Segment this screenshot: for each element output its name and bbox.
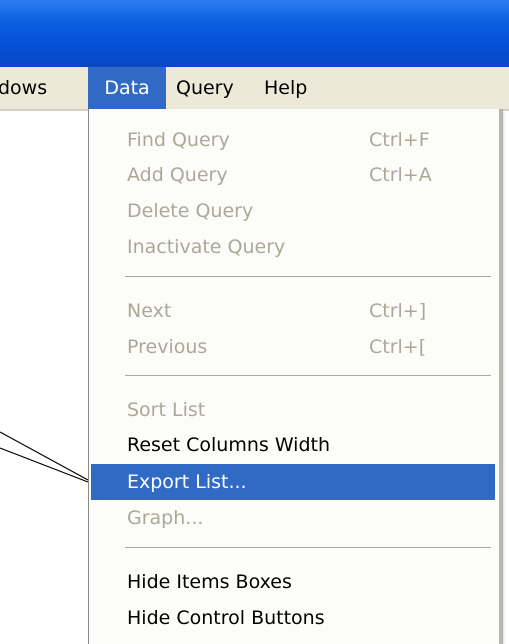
menu-separator — [125, 375, 491, 377]
menu-item-shortcut: Ctrl+F — [369, 129, 430, 151]
callout-line-upper — [0, 431, 89, 481]
menu-item-label: Find Query — [127, 129, 230, 151]
menu-item-sort-list[interactable]: Sort List — [91, 392, 495, 428]
menu-item-hide-control-buttons[interactable]: Hide Control Buttons — [91, 600, 495, 636]
menu-item-label: Previous — [127, 336, 208, 358]
menu-separator — [125, 276, 491, 278]
menu-item-previous[interactable]: Previous Ctrl+[ — [91, 329, 495, 365]
menu-item-delete-query[interactable]: Delete Query — [91, 193, 495, 229]
menu-item-shortcut: Ctrl+[ — [369, 336, 427, 358]
menu-query[interactable]: Query — [176, 67, 256, 109]
menu-item-graph[interactable]: Graph... — [91, 500, 495, 536]
menu-item-label: Add Query — [127, 164, 228, 186]
callout-line-lower — [0, 447, 89, 483]
menu-windows[interactable]: dows — [0, 67, 80, 109]
menu-separator — [125, 547, 491, 549]
menu-item-label: Export List... — [127, 471, 247, 493]
menu-item-label: Sort List — [127, 399, 206, 421]
menu-help-label: Help — [264, 77, 308, 99]
menu-data-label: Data — [104, 77, 150, 99]
menu-item-hide-items-boxes[interactable]: Hide Items Boxes — [91, 564, 495, 600]
menu-item-label: Next — [127, 300, 172, 322]
menu-item-shortcut: Ctrl+] — [369, 300, 427, 322]
menu-item-label: Reset Columns Width — [127, 434, 331, 456]
window-title-bar[interactable] — [0, 0, 509, 67]
menu-query-label: Query — [176, 77, 234, 99]
menu-item-inactivate-query[interactable]: Inactivate Query — [91, 229, 495, 265]
menu-windows-label: dows — [0, 77, 48, 99]
menu-item-label: Graph... — [127, 507, 204, 529]
menu-help[interactable]: Help — [264, 67, 324, 109]
menu-item-find-query[interactable]: Find Query Ctrl+F — [91, 122, 495, 158]
menu-item-label: Hide Items Boxes — [127, 571, 292, 593]
menu-item-label: Hide Control Buttons — [127, 607, 325, 629]
menu-item-label: Delete Query — [127, 200, 254, 222]
data-dropdown-menu: Find Query Ctrl+F Add Query Ctrl+A Delet… — [88, 109, 503, 644]
menu-item-export-list[interactable]: Export List... — [91, 464, 495, 500]
menu-item-label: Inactivate Query — [127, 236, 286, 258]
menu-item-reset-columns-width[interactable]: Reset Columns Width — [91, 427, 495, 463]
menu-item-shortcut: Ctrl+A — [369, 164, 432, 186]
menu-item-add-query[interactable]: Add Query Ctrl+A — [91, 157, 495, 193]
menu-item-next[interactable]: Next Ctrl+] — [91, 293, 495, 329]
menu-data[interactable]: Data — [88, 67, 166, 109]
